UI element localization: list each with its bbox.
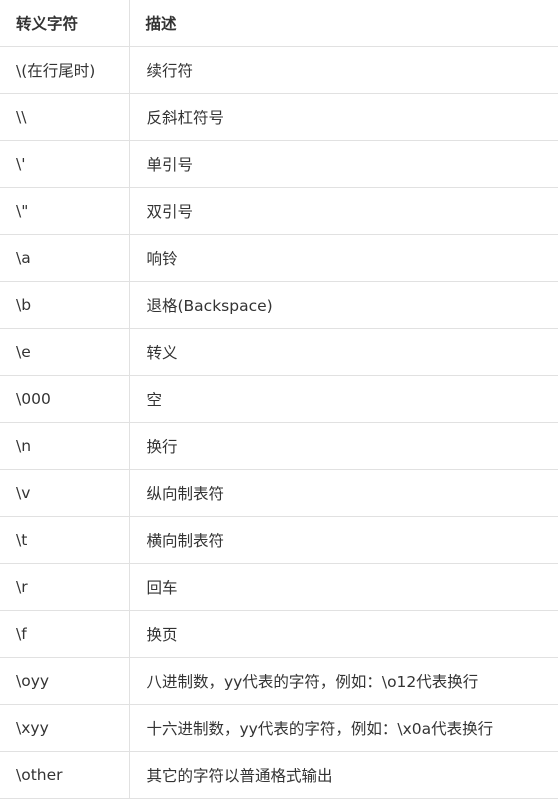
column-header-description: 描述 bbox=[128, 0, 558, 47]
escape-cell: \b bbox=[0, 280, 130, 329]
description-cell: 单引号 bbox=[128, 139, 558, 188]
table-row: \e 转义 bbox=[0, 327, 558, 376]
description-cell: 回车 bbox=[128, 562, 558, 611]
table-row: \r 回车 bbox=[0, 562, 558, 611]
escape-cell: \(在行尾时) bbox=[0, 45, 130, 94]
escape-cell: \" bbox=[0, 186, 130, 235]
escape-cell: \f bbox=[0, 609, 130, 658]
table-row: \n 换行 bbox=[0, 421, 558, 470]
table-row: \a 响铃 bbox=[0, 233, 558, 282]
escape-cell: \oyy bbox=[0, 656, 130, 705]
escape-cell: \v bbox=[0, 468, 130, 517]
description-cell: 八进制数，yy代表的字符，例如：\o12代表换行 bbox=[128, 656, 558, 705]
table-header-row: 转义字符 描述 bbox=[0, 0, 558, 47]
table-row: \other 其它的字符以普通格式输出 bbox=[0, 750, 558, 799]
escape-cell: \r bbox=[0, 562, 130, 611]
description-cell: 横向制表符 bbox=[128, 515, 558, 564]
description-cell: 反斜杠符号 bbox=[128, 92, 558, 141]
escape-cell: \000 bbox=[0, 374, 130, 423]
table-row: \(在行尾时) 续行符 bbox=[0, 45, 558, 94]
description-cell: 双引号 bbox=[128, 186, 558, 235]
escape-cell: \' bbox=[0, 139, 130, 188]
table-row: \t 横向制表符 bbox=[0, 515, 558, 564]
table-row: \v 纵向制表符 bbox=[0, 468, 558, 517]
description-cell: 空 bbox=[128, 374, 558, 423]
escape-cell: \xyy bbox=[0, 703, 130, 752]
escape-cell: \other bbox=[0, 750, 130, 799]
table-row: \b 退格(Backspace) bbox=[0, 280, 558, 329]
table-row: \\ 反斜杠符号 bbox=[0, 92, 558, 141]
table-row: \f 换页 bbox=[0, 609, 558, 658]
description-cell: 续行符 bbox=[128, 45, 558, 94]
escape-cell: \t bbox=[0, 515, 130, 564]
column-header-escape: 转义字符 bbox=[0, 0, 130, 47]
table-row: \xyy 十六进制数，yy代表的字符，例如：\x0a代表换行 bbox=[0, 703, 558, 752]
description-cell: 换页 bbox=[128, 609, 558, 658]
table-row: \000 空 bbox=[0, 374, 558, 423]
description-cell: 换行 bbox=[128, 421, 558, 470]
escape-cell: \\ bbox=[0, 92, 130, 141]
description-cell: 纵向制表符 bbox=[128, 468, 558, 517]
description-cell: 响铃 bbox=[128, 233, 558, 282]
table-row: \" 双引号 bbox=[0, 186, 558, 235]
table-row: \' 单引号 bbox=[0, 139, 558, 188]
escape-cell: \n bbox=[0, 421, 130, 470]
description-cell: 十六进制数，yy代表的字符，例如：\x0a代表换行 bbox=[128, 703, 558, 752]
table-row: \oyy 八进制数，yy代表的字符，例如：\o12代表换行 bbox=[0, 656, 558, 705]
description-cell: 其它的字符以普通格式输出 bbox=[128, 750, 558, 799]
escape-cell: \e bbox=[0, 327, 130, 376]
description-cell: 退格(Backspace) bbox=[128, 280, 558, 329]
escape-cell: \a bbox=[0, 233, 130, 282]
escape-character-table: 转义字符 描述 \(在行尾时) 续行符 \\ 反斜杠符号 \' 单引号 \" 双… bbox=[0, 0, 558, 799]
description-cell: 转义 bbox=[128, 327, 558, 376]
